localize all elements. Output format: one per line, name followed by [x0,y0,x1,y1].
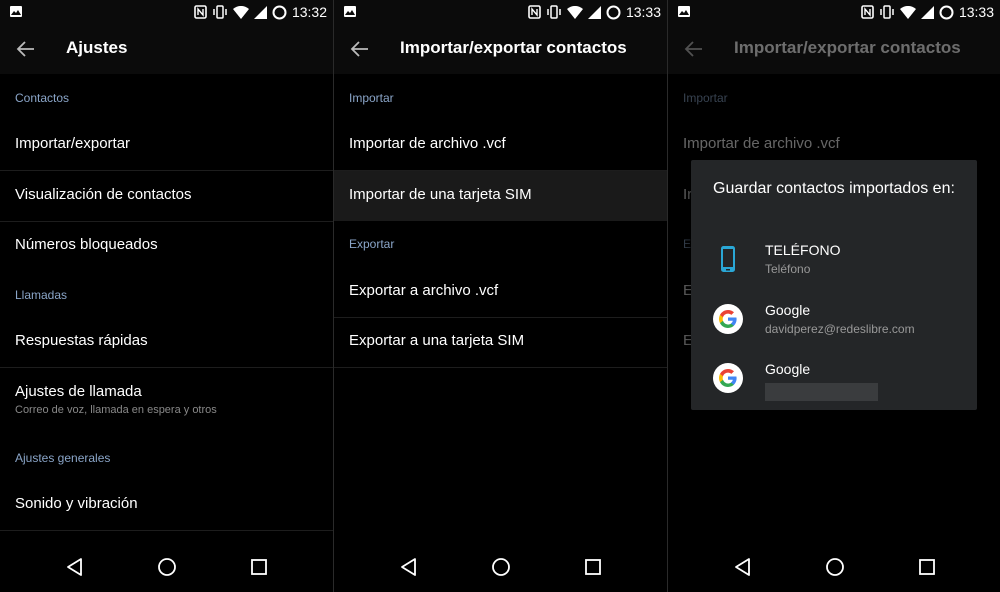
nav-recent-apps-icon[interactable] [250,558,268,576]
item-label: Ajustes de llamada [15,383,142,400]
image-notification-icon [678,6,690,17]
back-arrow-icon [684,41,702,57]
image-notification-icon [10,6,22,17]
signal-icon [253,5,267,19]
nav-back-icon[interactable] [733,557,753,577]
status-time: 13:33 [625,4,661,20]
item-label: Exportar a una tarjeta SIM [349,332,525,349]
image-notification-icon [344,6,356,17]
section-header-importar: Importar [683,91,728,105]
battery-ring-icon [939,5,954,19]
navigation-bar [668,544,1000,592]
page-title: Importar/exportar contactos [400,38,627,57]
nfc-icon [861,5,874,19]
nav-back-icon[interactable] [65,557,85,577]
phone-icon [721,246,735,272]
wifi-icon [899,5,916,19]
section-header-llamadas: Llamadas [15,288,68,302]
nfc-icon [194,5,207,19]
google-icon [713,363,743,393]
signal-icon [587,5,601,19]
item-label: Números bloqueados [15,236,158,253]
section-header-ajustes-generales: Ajustes generales [15,451,111,465]
navigation-bar [334,544,667,592]
item-label: Importar de archivo .vcf [349,135,506,152]
import-dialog-panel: 13:33 Importar/exportar contactos Import… [668,0,1000,592]
wifi-icon [232,5,249,19]
account-detail: davidperez@redeslibre.com [765,322,915,336]
item-label: Importar de una tarjeta SIM [349,186,532,203]
vibrate-icon [880,5,894,19]
settings-item-ajustes-llamada[interactable]: Ajustes de llamada Correo de voz, llamad… [0,368,333,428]
status-time: 13:32 [291,4,327,20]
section-header-exportar: Exportar [349,237,395,251]
nav-home-icon[interactable] [157,557,177,577]
status-bar: 13:32 [0,0,333,24]
account-option-google-2[interactable]: Google [691,355,977,413]
status-bar: 13:33 [334,0,667,24]
item-sublabel: Correo de voz, llamada en espera y otros [15,404,217,416]
page-title: Ajustes [66,38,128,57]
section-header-importar: Importar [349,91,394,105]
settings-item-importar-exportar[interactable]: Importar/exportar [0,120,333,171]
vibrate-icon [213,5,227,19]
nav-back-icon[interactable] [399,557,419,577]
app-bar: Importar/exportar contactos [668,24,1000,74]
menu-item-import-sim[interactable]: Importar de una tarjeta SIM [334,171,667,221]
account-option-google[interactable]: Google davidperez@redeslibre.com [691,296,977,354]
status-time: 13:33 [958,4,994,20]
vibrate-icon [547,5,561,19]
page-title: Importar/exportar contactos [734,38,961,57]
nav-home-icon[interactable] [491,557,511,577]
account-name: Google [765,361,811,377]
settings-item-numeros-bloqueados[interactable]: Números bloqueados [0,221,333,271]
settings-item-respuestas-rapidas[interactable]: Respuestas rápidas [0,317,333,368]
item-label: Sonido y vibración [15,495,138,512]
account-name: Google [765,302,811,318]
save-contacts-dialog: Guardar contactos importados en: TELÉFON… [691,160,977,410]
nav-recent-apps-icon[interactable] [918,558,936,576]
account-detail: Teléfono [765,262,811,276]
nav-recent-apps-icon[interactable] [584,558,602,576]
account-name: TELÉFONO [765,242,841,258]
import-export-panel: 13:33 Importar/exportar contactos Import… [334,0,667,592]
settings-item-sonido-vibracion[interactable]: Sonido y vibración [0,480,333,531]
menu-item-export-sim[interactable]: Exportar a una tarjeta SIM [334,317,667,368]
menu-item-import-vcf[interactable]: Importar de archivo .vcf [334,120,667,171]
section-header-contactos: Contactos [15,91,70,105]
settings-item-visualizacion[interactable]: Visualización de contactos [0,171,333,222]
settings-panel: 13:32 Ajustes Contactos Importar/exporta… [0,0,333,592]
back-arrow-icon[interactable] [350,39,370,59]
wifi-icon [566,5,583,19]
item-label: Visualización de contactos [15,186,192,203]
item-label: Respuestas rápidas [15,332,148,349]
nav-home-icon[interactable] [825,557,845,577]
redacted-email [765,383,878,401]
item-label: Exportar a archivo .vcf [349,282,499,299]
battery-ring-icon [606,5,621,19]
navigation-bar [0,544,333,592]
battery-ring-icon [272,5,287,19]
account-option-phone[interactable]: TELÉFONO Teléfono [691,236,977,294]
back-arrow-icon[interactable] [16,39,36,59]
nfc-icon [528,5,541,19]
item-label: Importar/exportar [15,135,131,152]
menu-item-export-vcf[interactable]: Exportar a archivo .vcf [334,267,667,318]
signal-icon [920,5,934,19]
dialog-title: Guardar contactos importados en: [713,180,955,197]
app-bar: Ajustes [0,24,333,74]
google-icon [713,304,743,334]
status-bar: 13:33 [668,0,1000,24]
app-bar: Importar/exportar contactos [334,24,667,74]
item-label: Importar de archivo .vcf [683,135,840,152]
